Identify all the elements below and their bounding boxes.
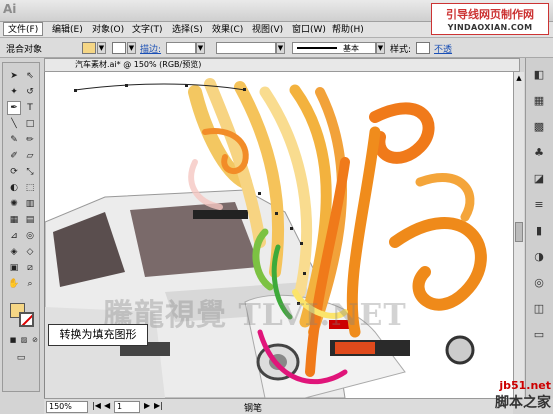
scroll-up-icon[interactable]: ▲ bbox=[515, 74, 523, 84]
stroke-dropdown-arrow[interactable]: ▼ bbox=[127, 42, 136, 54]
graphic-styles-icon[interactable]: ◪ bbox=[532, 172, 546, 186]
menu-help[interactable]: 帮助(H) bbox=[328, 23, 368, 37]
color-panel-icon[interactable]: ◧ bbox=[532, 68, 546, 82]
live-paint-tool-icon[interactable]: ◈ bbox=[7, 245, 21, 259]
line-tool-icon[interactable]: ╲ bbox=[7, 117, 21, 131]
graph-tool-icon[interactable]: ▥ bbox=[23, 197, 37, 211]
type-tool-icon[interactable]: T bbox=[23, 101, 37, 115]
warp-tool-icon[interactable]: ◐ bbox=[7, 181, 21, 195]
menu-object[interactable]: 对象(O) bbox=[88, 23, 128, 37]
status-bar: 150% |◀ ◀ 1 ▶ ▶| 钢笔 bbox=[44, 398, 513, 414]
mesh-tool-icon[interactable]: ▦ bbox=[7, 213, 21, 227]
artwork bbox=[45, 78, 487, 398]
tools-panel: ➤ ⇖ ✦ ↺ ✒ T ╲ □ ✎ ✏ ✐ ▱ ⟳ ⤡ ◐ ⬚ ✺ ▥ ▦ ▤ … bbox=[2, 62, 40, 392]
artboards-panel-icon[interactable]: ▭ bbox=[532, 328, 546, 342]
stroke-swatch[interactable] bbox=[112, 42, 126, 54]
corner-watermark: jb51.net 脚本之家 bbox=[495, 379, 551, 412]
opacity-label[interactable]: 不透 bbox=[434, 42, 452, 55]
fill-swatch[interactable] bbox=[82, 42, 96, 54]
stroke-panel-icon[interactable]: ≡ bbox=[532, 198, 546, 212]
transparency-panel-icon[interactable]: ◑ bbox=[532, 250, 546, 264]
scale-tool-icon[interactable]: ⤡ bbox=[23, 165, 37, 179]
app-logo: Ai bbox=[3, 2, 17, 16]
live-paint-selection-tool-icon[interactable]: ◇ bbox=[23, 245, 37, 259]
menu-effect[interactable]: 效果(C) bbox=[208, 23, 247, 37]
brush-style-value: 基本 bbox=[343, 44, 359, 53]
scroll-thumb[interactable] bbox=[515, 222, 523, 242]
direct-selection-tool-icon[interactable]: ⇖ bbox=[23, 69, 37, 83]
blend-tool-icon[interactable]: ◎ bbox=[23, 229, 37, 243]
stroke-label[interactable]: 描边: bbox=[140, 42, 161, 55]
menu-window[interactable]: 窗口(W) bbox=[288, 23, 330, 37]
artboard-tool-icon[interactable]: ▣ bbox=[7, 261, 21, 275]
artboard-canvas[interactable]: 騰龍視覺 TLVI.NET bbox=[44, 72, 513, 398]
gradient-tool-icon[interactable]: ▤ bbox=[23, 213, 37, 227]
top-watermark-line1: 引导线网页制作网 bbox=[446, 8, 534, 21]
first-page-icon[interactable]: |◀ bbox=[92, 401, 101, 410]
canvas-watermark: 騰龍視覺 TLVI.NET bbox=[103, 290, 407, 334]
hand-tool-icon[interactable]: ✋ bbox=[7, 277, 21, 291]
step-callout: 转换为填充图形 bbox=[48, 324, 148, 346]
selection-tool-icon[interactable]: ➤ bbox=[7, 69, 21, 83]
swatches-panel-icon[interactable]: ▩ bbox=[532, 120, 546, 134]
magic-wand-tool-icon[interactable]: ✦ bbox=[7, 85, 21, 99]
top-watermark-line2: YINDAOXIAN.COM bbox=[447, 23, 533, 32]
graphic-style-swatch[interactable] bbox=[416, 42, 430, 54]
top-watermark: 引导线网页制作网 YINDAOXIAN.COM bbox=[431, 3, 549, 35]
color-guide-icon[interactable]: ▦ bbox=[532, 94, 546, 108]
brush-line-icon bbox=[297, 47, 337, 49]
fill-dropdown-arrow[interactable]: ▼ bbox=[97, 42, 106, 54]
prev-page-icon[interactable]: ◀ bbox=[104, 401, 110, 410]
free-transform-tool-icon[interactable]: ⬚ bbox=[23, 181, 37, 195]
rectangle-tool-icon[interactable]: □ bbox=[23, 117, 37, 131]
corner-watermark-name: 脚本之家 bbox=[495, 395, 551, 411]
menu-select[interactable]: 选择(S) bbox=[168, 23, 207, 37]
vertical-scrollbar[interactable]: ▲ bbox=[513, 72, 524, 398]
variable-width-field[interactable] bbox=[216, 42, 276, 54]
stroke-color-box[interactable] bbox=[19, 312, 34, 327]
brush-style-arrow[interactable]: ▼ bbox=[376, 42, 385, 54]
lasso-tool-icon[interactable]: ↺ bbox=[23, 85, 37, 99]
stroke-weight-field[interactable] bbox=[166, 42, 196, 54]
layers-panel-icon[interactable]: ◫ bbox=[532, 302, 546, 316]
current-tool-status: 钢笔 bbox=[244, 404, 263, 414]
rotate-tool-icon[interactable]: ⟳ bbox=[7, 165, 21, 179]
options-bar: 混合对象 ▼ ▼ 描边: ▼ ▼ 基本 ▼ 样式: 不透 bbox=[0, 38, 553, 58]
corner-watermark-url: jb51.net bbox=[499, 379, 551, 392]
style-label: 样式: bbox=[390, 45, 412, 55]
brush-style-field[interactable]: 基本 bbox=[292, 42, 376, 54]
symbols-panel-icon[interactable]: ♣ bbox=[532, 146, 546, 160]
paintbrush-tool-icon[interactable]: ✎ bbox=[7, 133, 21, 147]
menu-type[interactable]: 文字(T) bbox=[128, 23, 167, 37]
eyedropper-tool-icon[interactable]: ⊿ bbox=[7, 229, 21, 243]
stroke-weight-arrow[interactable]: ▼ bbox=[196, 42, 205, 54]
appearance-panel-icon[interactable]: ◎ bbox=[532, 276, 546, 290]
last-page-icon[interactable]: ▶| bbox=[154, 401, 163, 410]
none-mode-icon[interactable]: ⊘ bbox=[28, 333, 42, 347]
slice-tool-icon[interactable]: ⧄ bbox=[23, 261, 37, 275]
pen-tool-icon[interactable]: ✒ bbox=[7, 101, 21, 115]
menu-edit[interactable]: 编辑(E) bbox=[48, 23, 87, 37]
page-field[interactable]: 1 bbox=[114, 401, 140, 413]
eraser-tool-icon[interactable]: ▱ bbox=[23, 149, 37, 163]
document-tab[interactable]: 汽车素材.ai* @ 150% (RGB/预览) bbox=[44, 58, 520, 72]
zoom-tool-icon[interactable]: ⌕ bbox=[23, 277, 37, 291]
menu-view[interactable]: 视图(V) bbox=[248, 23, 287, 37]
menu-file[interactable]: 文件(F) bbox=[3, 22, 44, 36]
variable-width-arrow[interactable]: ▼ bbox=[276, 42, 285, 54]
zoom-field[interactable]: 150% bbox=[46, 401, 88, 413]
gradient-panel-icon[interactable]: ▮ bbox=[532, 224, 546, 238]
blob-brush-tool-icon[interactable]: ✐ bbox=[7, 149, 21, 163]
next-page-icon[interactable]: ▶ bbox=[144, 401, 150, 410]
collapsed-panels: ◧ ▦ ▩ ♣ ◪ ≡ ▮ ◑ ◎ ◫ ▭ bbox=[525, 58, 553, 398]
screen-mode-icon[interactable]: ▭ bbox=[14, 351, 28, 365]
object-type-label: 混合对象 bbox=[6, 45, 43, 55]
symbol-sprayer-tool-icon[interactable]: ✺ bbox=[7, 197, 21, 211]
pencil-tool-icon[interactable]: ✏ bbox=[23, 133, 37, 147]
canvas-watermark-en: TLVI.NET bbox=[238, 298, 407, 333]
